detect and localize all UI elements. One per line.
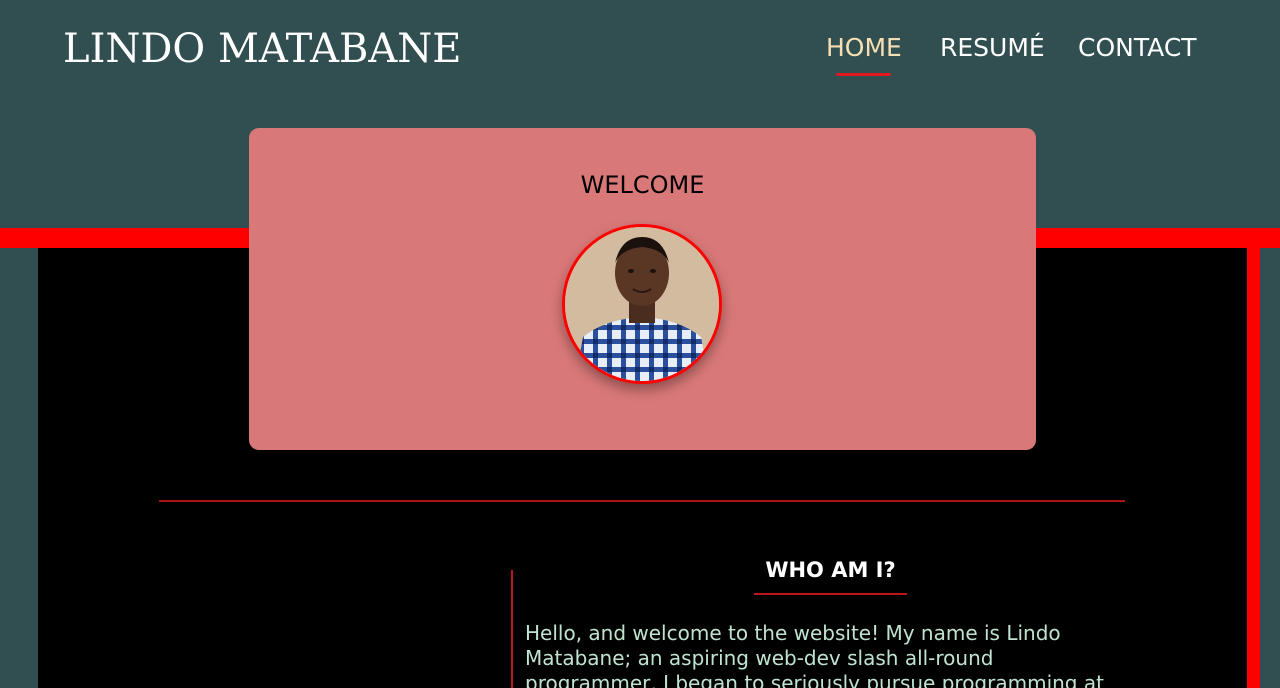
nav-resume[interactable]: RESUMÉ: [940, 32, 1045, 72]
profile-photo-icon: [565, 227, 719, 381]
page: LINDO MATABANE HOME RESUMÉ CONTACT WELCO…: [0, 0, 1280, 688]
profile-avatar: [562, 224, 722, 384]
about-paragraph: Hello, and welcome to the website! My na…: [525, 621, 1104, 688]
welcome-title: WELCOME: [580, 171, 705, 199]
left-side-panel: [0, 248, 38, 688]
nav-home[interactable]: HOME: [826, 32, 902, 72]
red-border-right: [1247, 248, 1260, 688]
right-side-panel: [1260, 248, 1280, 688]
section-divider: [159, 500, 1125, 502]
about-vertical-rule: [511, 570, 513, 688]
site-brand[interactable]: LINDO MATABANE: [63, 24, 461, 74]
about-heading-underline: [754, 593, 907, 595]
nav-contact[interactable]: CONTACT: [1078, 32, 1197, 72]
about-heading: WHO AM I?: [765, 558, 896, 582]
welcome-card: WELCOME: [249, 128, 1036, 450]
nav-active-indicator: [836, 73, 891, 76]
